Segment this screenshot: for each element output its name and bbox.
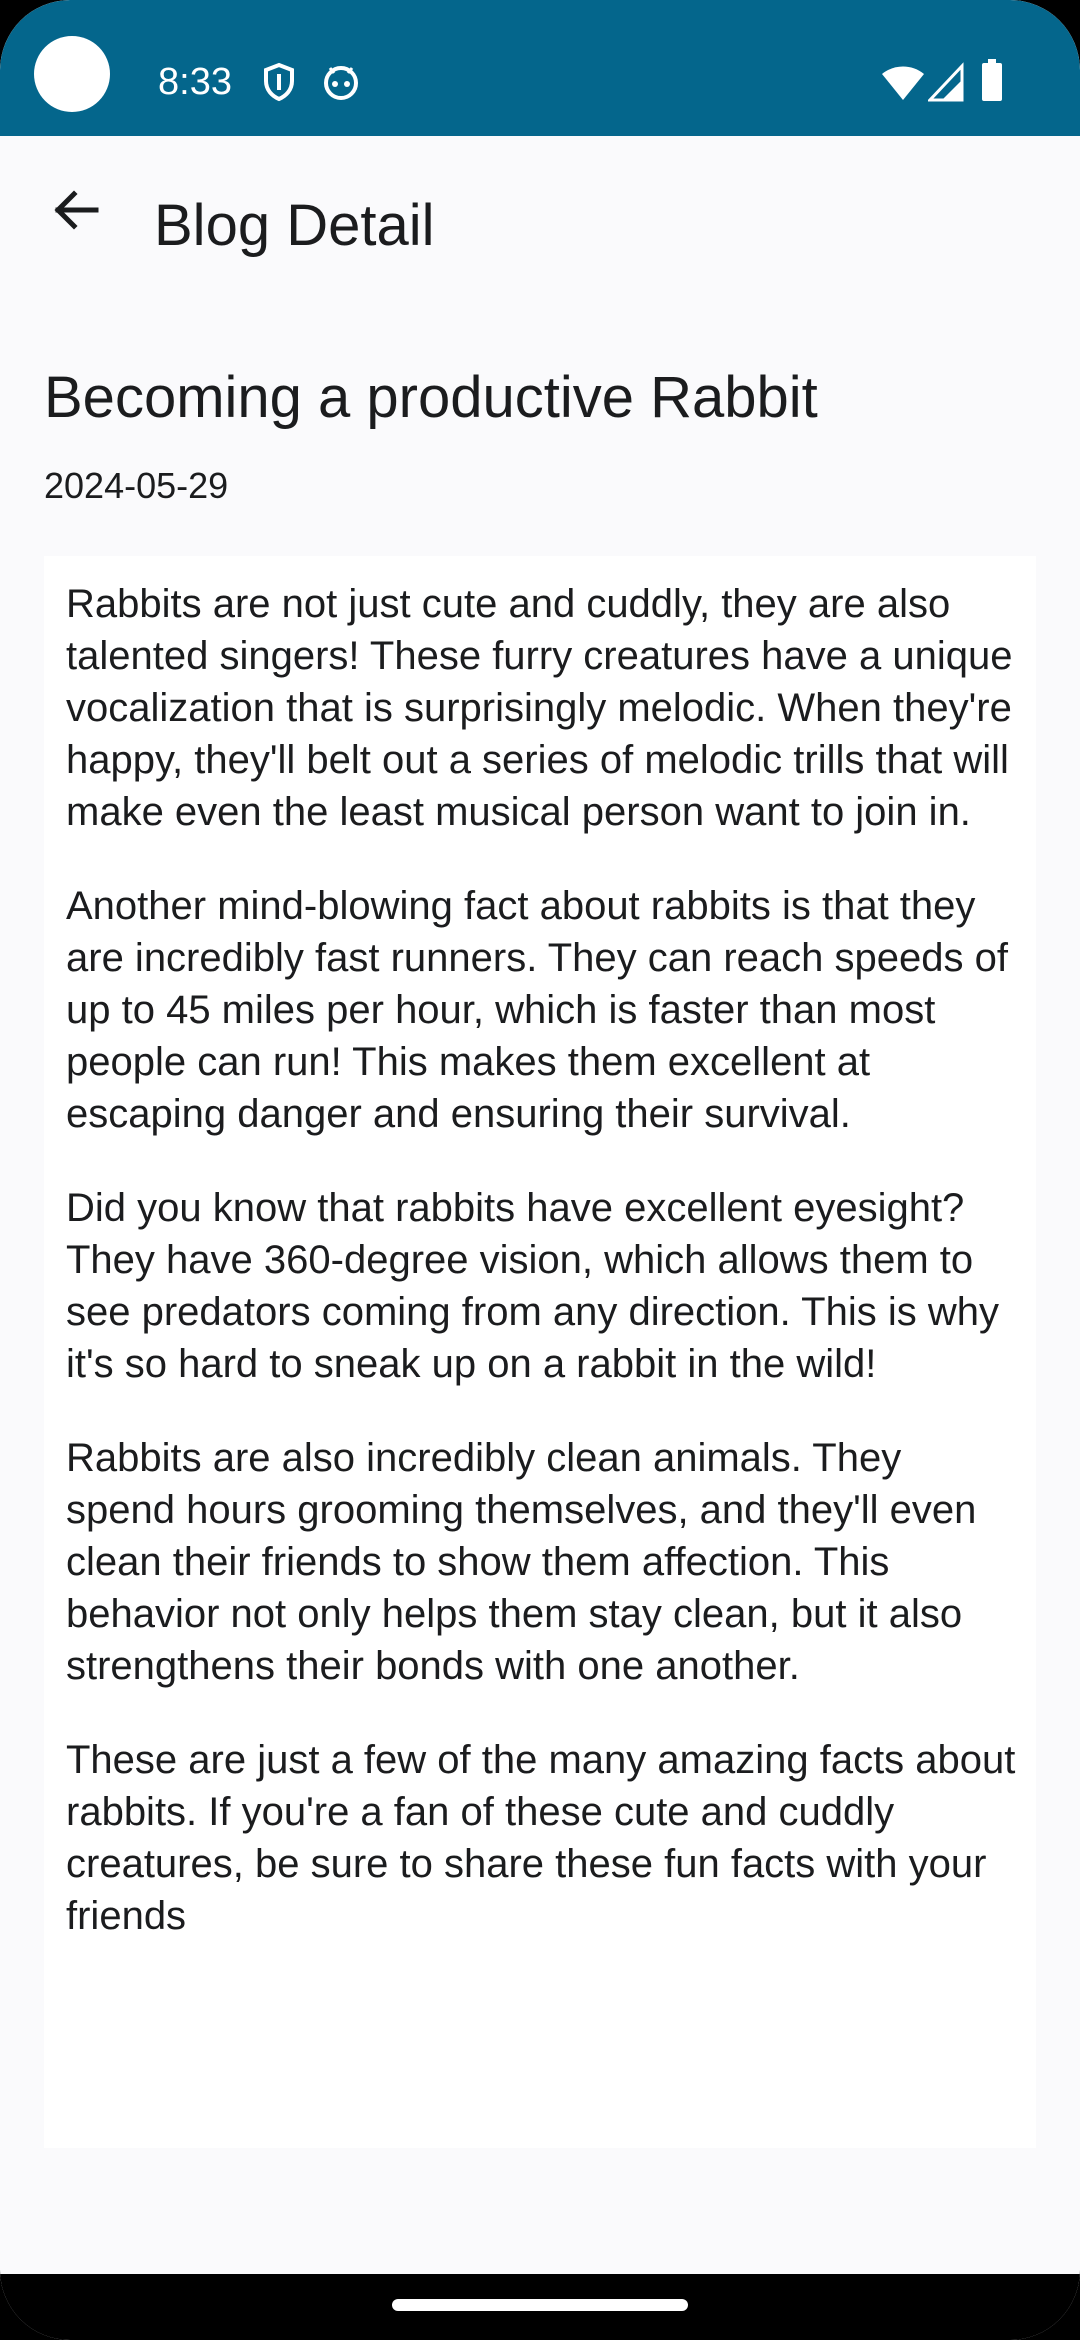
post-paragraph: Rabbits are also incredibly clean animal… (66, 1436, 977, 1688)
post-date: 2024-05-29 (44, 465, 229, 506)
wifi-icon (880, 62, 926, 107)
status-time: 8:33 (158, 61, 232, 103)
camera-cutout (34, 36, 110, 112)
battery-icon (980, 58, 1004, 107)
android-face-icon (322, 62, 360, 107)
post-paragraph: These are just a few of the many amazing… (66, 1738, 1016, 1938)
home-gesture-handle[interactable] (392, 2299, 688, 2311)
page-title: Blog Detail (154, 193, 435, 258)
cell-signal-icon (926, 62, 964, 107)
post-paragraph: Did you know that rabbits have excellent… (66, 1186, 999, 1386)
shield-icon (262, 62, 296, 107)
back-button[interactable] (36, 172, 116, 252)
post-paragraph: Another mind-blowing fact about rabbits … (66, 884, 1008, 1136)
screen: 8:33 Blog Detail Becoming a productive R… (0, 0, 1080, 2340)
post-content-card: Rabbits are not just cute and cuddly, th… (44, 556, 1036, 2148)
post-title: Becoming a productive Rabbit (44, 365, 818, 430)
post-paragraph: Rabbits are not just cute and cuddly, th… (66, 582, 1013, 834)
arrow-back-icon (52, 186, 100, 239)
status-bar: 8:33 (0, 0, 1080, 136)
